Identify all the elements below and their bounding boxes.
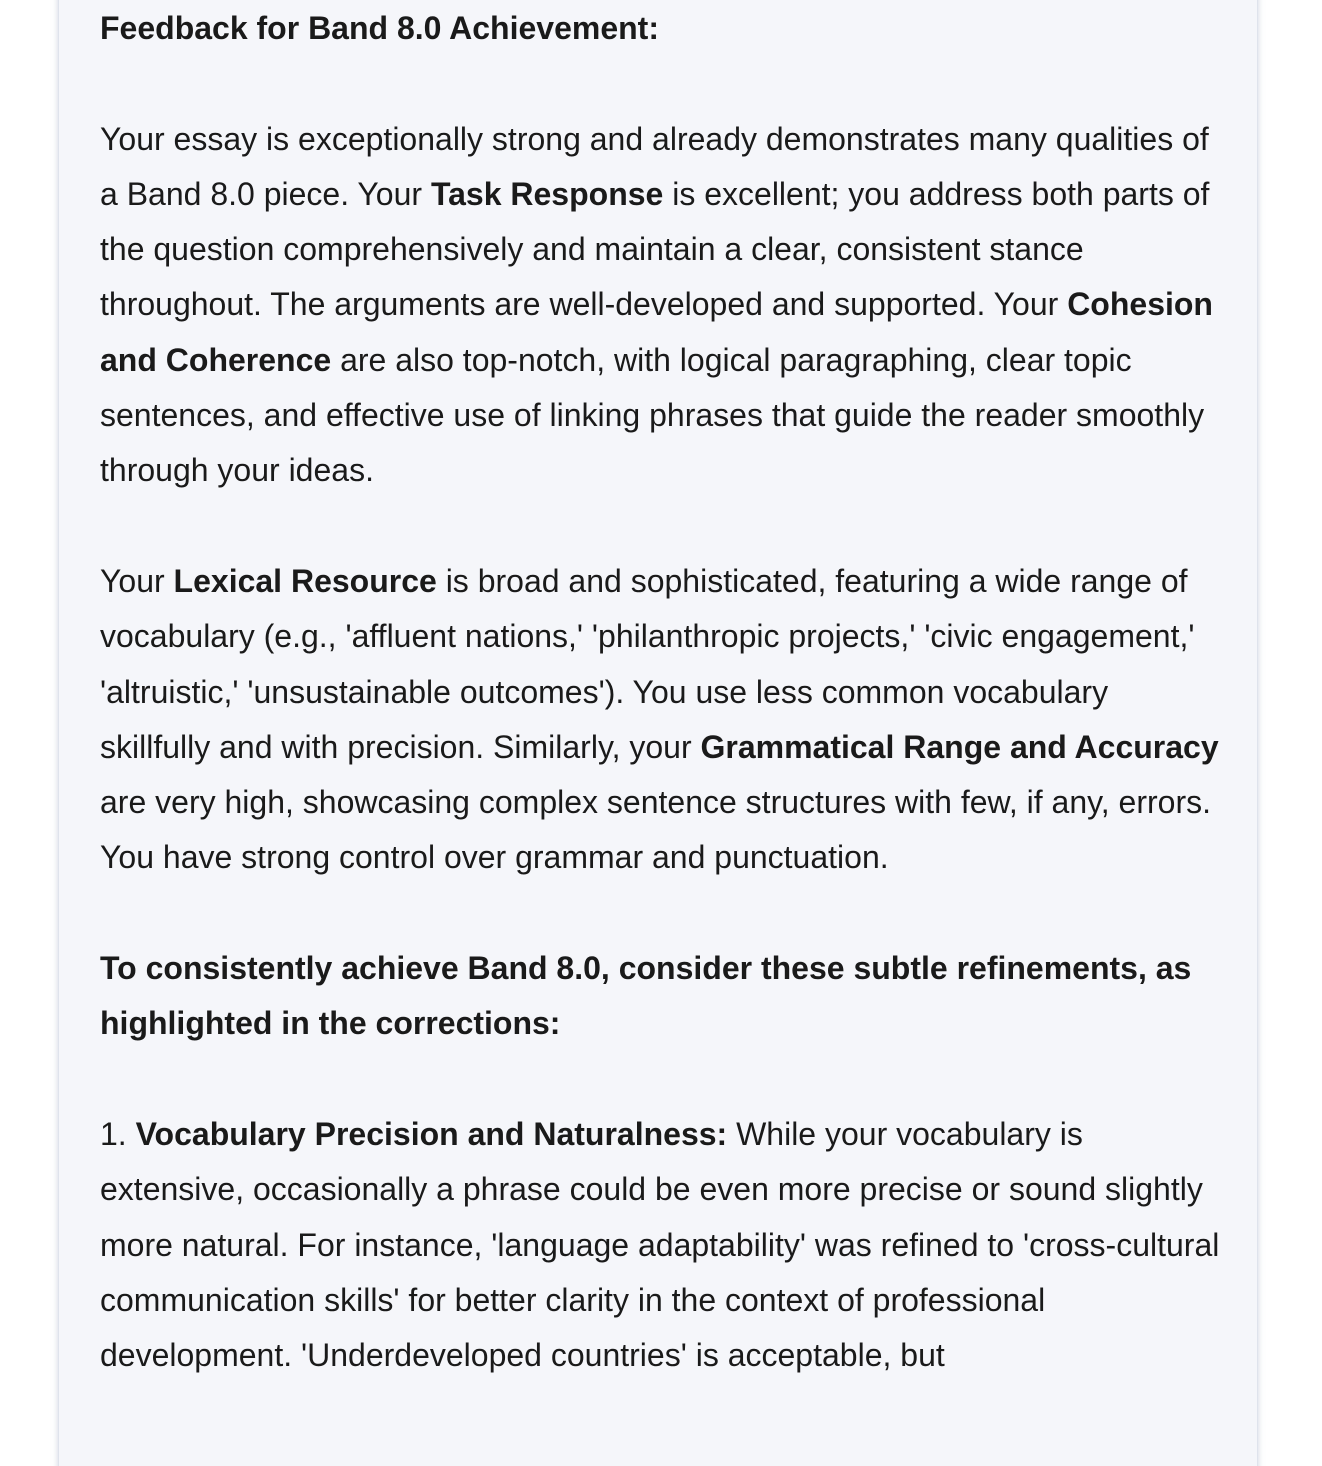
feedback-heading-text: Feedback for Band 8.0 Achievement:: [100, 10, 659, 46]
grammatical-range-term: Grammatical Range and Accuracy: [700, 728, 1219, 765]
item1-number: 1.: [100, 1115, 136, 1152]
strengths-paragraph-1: Your essay is exceptionally strong and a…: [100, 112, 1220, 499]
refinements-heading-text: To consistently achieve Band 8.0, consid…: [100, 950, 1192, 1042]
refinement-item-1: 1. Vocabulary Precision and Naturalness:…: [100, 1107, 1220, 1383]
page: Feedback for Band 8.0 Achievement: Your …: [0, 0, 1322, 1466]
lexical-resource-term: Lexical Resource: [173, 562, 437, 599]
feedback-card: Feedback for Band 8.0 Achievement: Your …: [58, 0, 1258, 1466]
feedback-heading: Feedback for Band 8.0 Achievement:: [100, 1, 1220, 56]
task-response-term: Task Response: [430, 175, 664, 212]
refinements-heading: To consistently achieve Band 8.0, consid…: [100, 941, 1220, 1052]
para2-text-1: Your: [100, 562, 174, 599]
item1-text: While your vocabulary is extensive, occa…: [100, 1115, 1220, 1374]
para2-text-3: are very high, showcasing complex senten…: [100, 784, 1211, 876]
feedback-content: Feedback for Band 8.0 Achievement: Your …: [100, 1, 1220, 1439]
item1-title: Vocabulary Precision and Naturalness:: [135, 1115, 728, 1152]
strengths-paragraph-2: Your Lexical Resource is broad and sophi…: [100, 554, 1220, 886]
